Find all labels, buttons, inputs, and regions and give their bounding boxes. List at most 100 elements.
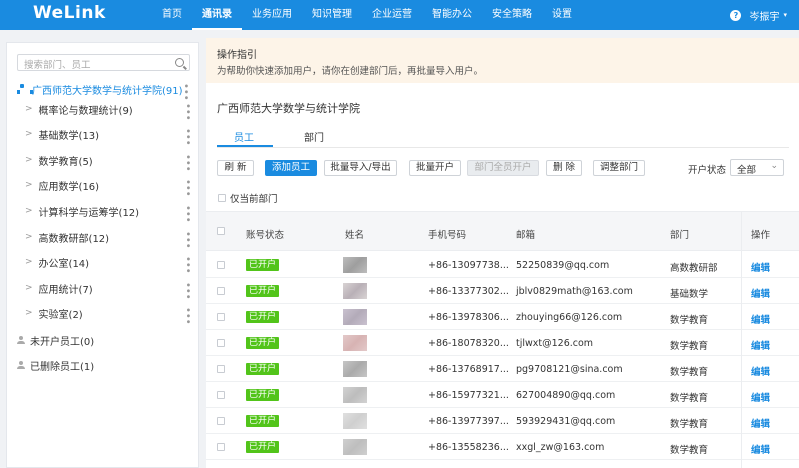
table-row[interactable]: 已开户 +86-13097738... 52250839@qq.com 高数教研部 编辑 <box>206 252 799 278</box>
column-header-name[interactable]: 姓名 <box>345 227 364 241</box>
edit-link[interactable]: 编辑 <box>751 312 770 326</box>
column-header-status[interactable]: 账号状态 <box>246 227 284 241</box>
tree-item-label: 办公室(14) <box>38 258 90 270</box>
more-vertical-icon[interactable]: ••• <box>182 282 193 300</box>
column-header-phone[interactable]: 手机号码 <box>428 227 466 241</box>
more-vertical-icon[interactable]: ••• <box>182 128 193 146</box>
account-status-label: 开户状态 <box>688 165 727 176</box>
nav-item-knowledge[interactable]: 知识管理 <box>302 0 362 30</box>
row-checkbox[interactable] <box>217 365 225 373</box>
table-row[interactable]: 已开户 +86-18078320... tjlwxt@126.com 数学教育 编辑 <box>206 330 799 356</box>
email-cell: 52250839@qq.com <box>516 260 610 271</box>
nav-item-home[interactable]: 首页 <box>152 0 192 30</box>
row-checkbox[interactable] <box>217 261 225 269</box>
nav-item-operations[interactable]: 企业运营 <box>362 0 422 30</box>
tree-item-probability[interactable]: > 概率论与数理统计(9) ••• <box>25 101 195 121</box>
more-vertical-icon[interactable]: ••• <box>182 103 193 121</box>
name-redacted <box>343 361 367 377</box>
only-current-dept[interactable]: 仅当前部门 <box>218 191 278 205</box>
more-vertical-icon[interactable]: ••• <box>182 205 193 223</box>
user-menu[interactable]: ? 岑振宇 ▾ <box>730 0 787 30</box>
status-badge: 已开户 <box>246 441 280 453</box>
help-icon[interactable]: ? <box>730 9 742 21</box>
tab-departments[interactable]: 部门 <box>304 129 324 144</box>
edit-link[interactable]: 编辑 <box>751 286 770 300</box>
chevron-right-icon[interactable]: > <box>25 257 33 267</box>
unopened-employees[interactable]: 未开户员工(0) <box>17 332 94 348</box>
person-icon <box>17 336 25 344</box>
table-row[interactable]: 已开户 +86-13377302... jblv0829math@163.com 基础… <box>206 278 799 304</box>
nav-item-settings[interactable]: 设置 <box>542 0 582 30</box>
nav-item-smart-office[interactable]: 智能办公 <box>422 0 482 30</box>
adjust-department-button[interactable]: 调整部门 <box>593 160 645 176</box>
tree-item-office[interactable]: > 办公室(14) ••• <box>25 254 195 274</box>
more-vertical-icon[interactable]: ••• <box>182 231 193 249</box>
email-cell: jblv0829math@163.com <box>516 286 633 297</box>
row-checkbox[interactable] <box>217 417 225 425</box>
chevron-right-icon[interactable]: > <box>25 180 33 190</box>
more-vertical-icon[interactable]: ••• <box>182 154 193 172</box>
chevron-right-icon[interactable]: > <box>25 232 33 242</box>
tree-item-applied-stats[interactable]: > 应用统计(7) ••• <box>25 280 195 300</box>
more-vertical-icon[interactable]: ••• <box>180 83 191 101</box>
tree-item-label: 基础数学(13) <box>38 130 100 142</box>
edit-link[interactable]: 编辑 <box>751 338 770 352</box>
delete-button[interactable]: 删 除 <box>546 160 582 176</box>
tree-item-math-education[interactable]: > 数学教育(5) ••• <box>25 152 195 172</box>
user-name[interactable]: 岑振宇 <box>749 8 779 23</box>
tree-item-applied-math[interactable]: > 应用数学(16) ••• <box>25 177 195 197</box>
edit-link[interactable]: 编辑 <box>751 364 770 378</box>
table-row[interactable]: 已开户 +86-13558236... xxgl_zw@163.com 数学教育 编辑 <box>206 434 799 460</box>
tree-item-lab[interactable]: > 实验室(2) ••• <box>25 305 195 325</box>
only-current-checkbox[interactable] <box>218 194 226 202</box>
column-header-department[interactable]: 部门 <box>670 227 689 241</box>
chevron-down-icon[interactable]: ▾ <box>783 11 787 19</box>
tree-root-college[interactable]: 广西师范大学数学与统计学院(91) ••• <box>17 81 193 101</box>
account-status-select[interactable]: 全部 ⌄ <box>730 159 784 176</box>
select-all-checkbox[interactable] <box>217 227 225 235</box>
tree-item-label: 实验室(2) <box>38 309 83 321</box>
edit-link[interactable]: 编辑 <box>751 260 770 274</box>
batch-open-button[interactable]: 批量开户 <box>409 160 461 176</box>
table-row[interactable]: 已开户 +86-15977321... 627004890@qq.com 数学教育 编辑 <box>206 382 799 408</box>
tree-item-advanced-math[interactable]: > 高数教研部(12) ••• <box>25 229 195 249</box>
import-export-button[interactable]: 批量导入/导出 <box>324 160 397 176</box>
edit-link[interactable]: 编辑 <box>751 442 770 456</box>
chevron-right-icon[interactable]: > <box>25 129 33 139</box>
column-header-email[interactable]: 邮箱 <box>516 227 535 241</box>
chevron-right-icon[interactable]: > <box>25 283 33 293</box>
row-checkbox[interactable] <box>217 287 225 295</box>
tree-item-basic-math[interactable]: > 基础数学(13) ••• <box>25 126 195 146</box>
table-row[interactable]: 已开户 +86-13768917... pg9708121@sina.com 数学教育… <box>206 356 799 382</box>
tab-employees[interactable]: 员工 <box>234 129 254 144</box>
chevron-right-icon[interactable]: > <box>25 155 33 165</box>
nav-item-contacts[interactable]: 通讯录 <box>192 0 242 30</box>
refresh-button[interactable]: 刷 新 <box>217 160 254 176</box>
phone-cell: +86-13768917... <box>428 364 509 375</box>
row-checkbox[interactable] <box>217 313 225 321</box>
app-logo[interactable]: WeLink <box>33 3 106 23</box>
more-vertical-icon[interactable]: ••• <box>182 256 193 274</box>
chevron-right-icon[interactable]: > <box>25 206 33 216</box>
more-vertical-icon[interactable]: ••• <box>182 179 193 197</box>
edit-link[interactable]: 编辑 <box>751 416 770 430</box>
table-row[interactable]: 已开户 +86-13977397... 593929431@qq.com 数学教育 编辑 <box>206 408 799 434</box>
nav-item-security[interactable]: 安全策略 <box>482 0 542 30</box>
add-employee-button[interactable]: 添加员工 <box>265 160 317 176</box>
search-icon[interactable] <box>175 58 184 67</box>
row-checkbox[interactable] <box>217 339 225 347</box>
dept-open-all-button[interactable]: 部门全员开户 <box>467 160 539 176</box>
chevron-right-icon[interactable]: > <box>25 104 33 114</box>
name-redacted <box>343 413 367 429</box>
edit-link[interactable]: 编辑 <box>751 390 770 404</box>
tree-item-computational[interactable]: > 计算科学与运筹学(12) ••• <box>25 203 195 223</box>
table-row[interactable]: 已开户 +86-13978306... zhouying66@126.com 数学教育… <box>206 304 799 330</box>
deleted-employees[interactable]: 已删除员工(1) <box>17 357 94 373</box>
row-checkbox[interactable] <box>217 391 225 399</box>
phone-cell: +86-13558236... <box>428 442 509 453</box>
chevron-right-icon[interactable]: > <box>25 308 33 318</box>
search-input[interactable]: 搜索部门、员工 <box>17 54 190 71</box>
row-checkbox[interactable] <box>217 443 225 451</box>
nav-item-apps[interactable]: 业务应用 <box>242 0 302 30</box>
more-vertical-icon[interactable]: ••• <box>182 307 193 325</box>
